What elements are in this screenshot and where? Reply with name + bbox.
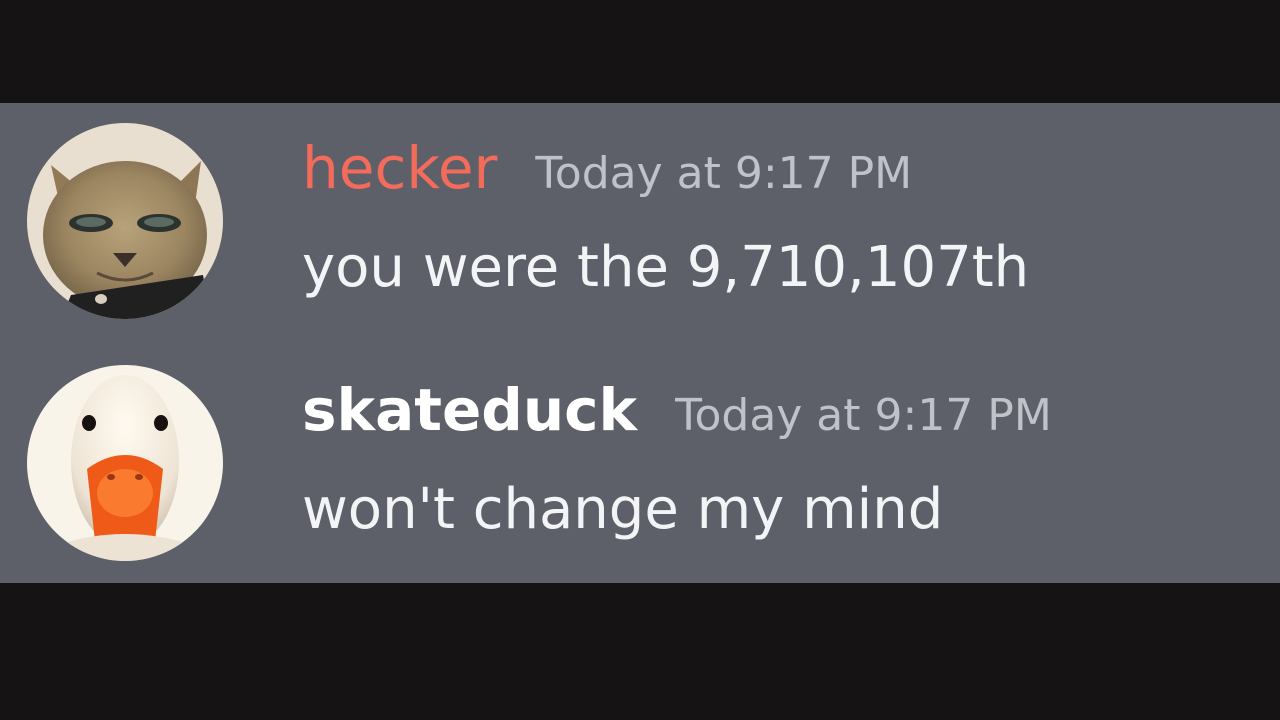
message-timestamp[interactable]: Today at 9:17 PM xyxy=(675,390,1052,441)
username[interactable]: hecker xyxy=(302,134,497,202)
username[interactable]: skateduck xyxy=(302,376,637,444)
duck-avatar-icon[interactable] xyxy=(27,365,223,561)
chat-message-panel: hecker Today at 9:17 PM you were the 9,71… xyxy=(0,103,1280,583)
message-text: you were the 9,710,107th xyxy=(302,235,1030,300)
screenshot-frame: hecker Today at 9:17 PM you were the 9,71… xyxy=(0,0,1280,720)
cat-avatar-icon[interactable] xyxy=(27,123,223,319)
message-timestamp[interactable]: Today at 9:17 PM xyxy=(535,148,912,199)
cat-avatar-image xyxy=(27,123,223,319)
duck-avatar-image xyxy=(27,365,223,561)
message-text: won't change my mind xyxy=(302,477,944,542)
message-header: skateduck Today at 9:17 PM xyxy=(302,375,1052,445)
message-header: hecker Today at 9:17 PM xyxy=(302,133,912,203)
